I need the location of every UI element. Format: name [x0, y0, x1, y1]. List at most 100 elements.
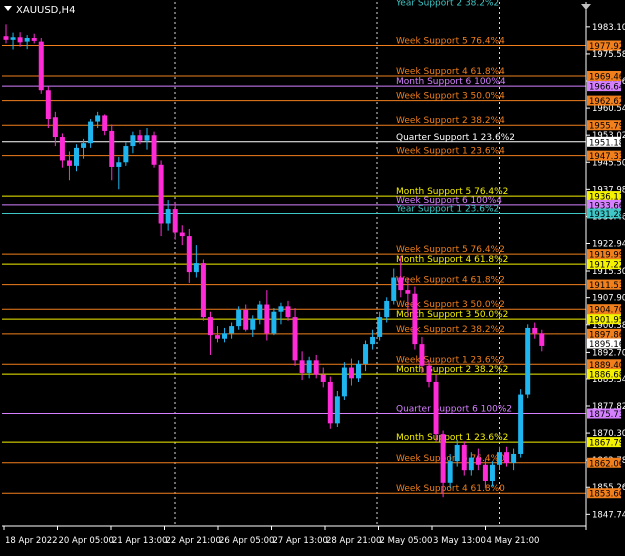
price-chart[interactable]: Year Support 2 38.2%2 Week Support 5 76.4… [0, 0, 625, 552]
price-axis-tick-label: 1983.10 [592, 23, 625, 33]
bear-candle-body [207, 317, 213, 336]
price-tag-label: 1862.06 [589, 459, 624, 469]
bull-candle-body [454, 444, 460, 462]
bear-candle-body [200, 263, 206, 318]
time-axis-tick-label: 20 Apr 05:00 [59, 536, 114, 546]
bull-candle-body [74, 147, 79, 166]
bull-candle-body [497, 452, 502, 465]
support-level-label: Week Support 1 23.6%4 [396, 147, 505, 157]
price-tag-label: 1955.79 [589, 122, 624, 132]
bear-candle-body [285, 306, 291, 318]
price-tag-label: 1901.95 [589, 316, 624, 326]
support-level-label: Quarter Support 1 23.6%2 [396, 133, 515, 143]
support-level-label: Quarter Support 6 100%2 [396, 405, 512, 415]
time-axis-tick-label: 18 Apr 2022 [5, 536, 58, 546]
bear-candle-body [186, 236, 192, 273]
bear-candle-body [17, 37, 23, 43]
chart-menu-arrow-icon[interactable] [4, 6, 12, 11]
bull-candle-body [229, 326, 235, 334]
support-level-label: Week Support 4 61.8%2 [396, 276, 505, 286]
bear-candle-body [179, 232, 185, 237]
price-tag-label: 1875.73 [589, 410, 624, 420]
bull-candle-body [10, 37, 16, 40]
bear-candle-body [158, 164, 164, 224]
support-level-label: Week Support 2 38.2%4 [396, 116, 505, 126]
bear-candle-body [52, 117, 58, 138]
bull-candle-body [123, 146, 129, 163]
price-tag-label: 1951.18 [589, 138, 624, 148]
price-tag-label: 1969.46 [589, 72, 624, 82]
bear-candle-body [405, 290, 411, 294]
bull-candle-body [95, 115, 101, 122]
bear-candle-body [348, 367, 354, 379]
time-axis-tick-label: 3 May 13:00 [433, 536, 486, 546]
bear-candle-body [102, 115, 108, 131]
chart-window[interactable]: Year Support 2 38.2%2 Week Support 5 76.4… [0, 0, 625, 552]
bear-candle-body [461, 444, 467, 471]
bull-candle-body [24, 38, 30, 42]
bear-candle-body [215, 335, 220, 339]
chart-shift-arrow-icon[interactable] [581, 4, 591, 10]
bull-candle-body [525, 327, 531, 395]
time-axis-tick-label: 27 Apr 13:00 [273, 536, 328, 546]
support-level-label: Week Support 1 23.6%2 [396, 355, 505, 365]
bull-candle-body [257, 304, 263, 319]
bear-candle-body [31, 38, 37, 41]
bull-candle-body [391, 277, 397, 301]
bear-candle-body [38, 41, 44, 91]
bull-candle-body [377, 317, 383, 337]
bear-candle-body [66, 160, 72, 166]
bull-candle-body [363, 344, 369, 364]
bear-candle-body [327, 381, 333, 424]
bull-candle-body [116, 162, 122, 167]
bear-candle-body [419, 344, 425, 366]
support-level-label: Week Support 3 50.0%2 [396, 300, 505, 310]
bull-candle-body [130, 135, 136, 147]
price-tag-label: 1853.60 [589, 490, 624, 500]
bear-candle-body [539, 333, 545, 346]
bear-candle-body [299, 360, 305, 373]
support-level-label: Month Support 6 100%4 [396, 77, 506, 87]
bull-candle-body [341, 367, 347, 397]
bear-candle-body [292, 317, 298, 361]
bear-candle-body [3, 36, 9, 40]
bear-candle-body [412, 293, 418, 345]
bear-candle-body [482, 464, 488, 481]
time-axis-tick-label: 28 Apr 21:00 [326, 536, 381, 546]
support-level-label: Month Support 1 23.6%2 [396, 433, 508, 443]
support-level-label: Week Support 3 50.0%4 [396, 92, 505, 102]
bull-candle-body [334, 396, 340, 424]
price-axis-tick-label: 1922.94 [592, 240, 625, 250]
bull-candle-body [236, 309, 242, 327]
support-level-label: Month Support 4 61.8%2 [396, 255, 508, 265]
bear-candle-body [504, 452, 510, 463]
bear-candle-body [172, 209, 178, 233]
bull-candle-body [518, 394, 524, 454]
price-tag-label: 1886.68 [589, 371, 624, 381]
support-level-label: Week Support 5 76.4%4 [396, 37, 505, 47]
bear-candle-body [45, 90, 51, 120]
bull-candle-body [271, 311, 277, 334]
bull-candle-body [489, 464, 495, 481]
bull-candle-body [222, 333, 228, 339]
time-axis-tick-label: 26 Apr 05:00 [219, 536, 274, 546]
bear-candle-body [440, 434, 446, 483]
support-level-label: Week Support 5 76.4%2 [396, 245, 505, 255]
support-level-label: Week Support 2 38.2%2 [396, 325, 505, 335]
bear-candle-body [426, 365, 432, 382]
bear-candle-body [398, 277, 404, 291]
price-tag-label: 1867.79 [589, 439, 624, 449]
bull-candle-body [384, 300, 390, 318]
bull-candle-body [278, 306, 284, 312]
support-level-label: Year Support 1 23.6%2 [395, 204, 499, 214]
support-level-label: Month Support 2 38.2%2 [396, 365, 508, 375]
bear-candle-body [264, 304, 270, 334]
time-axis-tick-label: 22 Apr 21:00 [166, 536, 221, 546]
bull-candle-body [88, 121, 94, 144]
bear-candle-body [475, 457, 481, 465]
symbol-timeframe-label: XAUUSD,H4 [16, 5, 76, 16]
bear-candle-body [59, 137, 65, 161]
price-tag-label: 1895.16 [589, 340, 624, 350]
bull-candle-body [165, 209, 171, 224]
bull-candle-body [144, 135, 150, 141]
